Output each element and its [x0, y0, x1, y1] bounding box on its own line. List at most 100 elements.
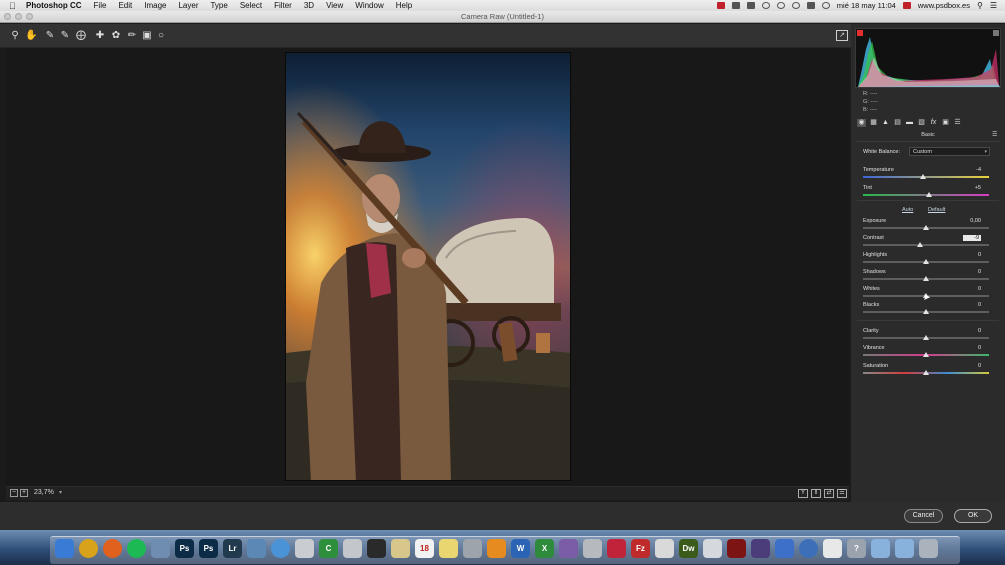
- app-icon[interactable]: [463, 539, 482, 558]
- menu-app-name[interactable]: Photoshop CC: [26, 1, 82, 10]
- white-balance-select[interactable]: Custom ▾: [909, 147, 990, 156]
- slider-thumb[interactable]: [916, 242, 923, 247]
- time-machine-icon[interactable]: [776, 2, 785, 9]
- app-icon[interactable]: [295, 539, 314, 558]
- tab-detail-icon[interactable]: ▲: [881, 119, 890, 127]
- targeted-adjustment-tool-icon[interactable]: ⨁: [75, 30, 87, 42]
- app-icon[interactable]: [775, 539, 794, 558]
- menu-layer[interactable]: Layer: [178, 1, 198, 10]
- vlc-icon[interactable]: [487, 539, 506, 558]
- folder-icon[interactable]: [871, 539, 890, 558]
- photo-preview[interactable]: [285, 52, 571, 481]
- slider-value-field[interactable]: 0: [951, 363, 981, 369]
- spot-removal-tool-icon[interactable]: ✿: [110, 30, 122, 42]
- app-icon[interactable]: [703, 539, 722, 558]
- app-icon[interactable]: C: [319, 539, 338, 558]
- word-icon[interactable]: W: [511, 539, 530, 558]
- app-icon[interactable]: [391, 539, 410, 558]
- slider-value-field[interactable]: -4: [951, 167, 981, 173]
- graduated-filter-tool-icon[interactable]: ▣: [141, 30, 153, 42]
- white-balance-tool-icon[interactable]: ✎: [44, 30, 56, 42]
- activity-monitor-icon[interactable]: [367, 539, 386, 558]
- before-after-split-button[interactable]: ‖: [811, 489, 821, 498]
- menu-edit[interactable]: Edit: [118, 1, 132, 10]
- tab-tone-curve-icon[interactable]: ▦: [869, 119, 878, 127]
- slider-value-field[interactable]: 0: [951, 328, 981, 334]
- dreamweaver-icon[interactable]: Dw: [679, 539, 698, 558]
- finder-icon[interactable]: [55, 539, 74, 558]
- wifi-icon[interactable]: [821, 2, 830, 9]
- app-icon[interactable]: [607, 539, 626, 558]
- tab-effects-icon[interactable]: fx: [929, 119, 938, 127]
- preview-icon[interactable]: [247, 539, 266, 558]
- slider-value-field[interactable]: 0: [951, 302, 981, 308]
- tab-camera-calibration-icon[interactable]: ▣: [941, 119, 950, 127]
- tab-basic-icon[interactable]: ◉: [857, 119, 866, 127]
- excel-icon[interactable]: X: [535, 539, 554, 558]
- spotify-icon[interactable]: [127, 539, 146, 558]
- zoom-in-button[interactable]: +: [20, 489, 28, 497]
- slider-thumb[interactable]: [923, 276, 929, 281]
- slider-value-field[interactable]: 0,00: [951, 218, 981, 224]
- slider-value-field[interactable]: 0: [951, 345, 981, 351]
- menubar-clock[interactable]: mié 18 may 11:04: [837, 1, 896, 10]
- tab-lens-corrections-icon[interactable]: ▧: [917, 119, 926, 127]
- slider-thumb[interactable]: [923, 309, 929, 314]
- flag-icon[interactable]: [902, 2, 911, 9]
- photoshop-icon[interactable]: Ps: [199, 539, 218, 558]
- slider-value-field[interactable]: 0: [951, 286, 981, 292]
- slider-value-field[interactable]: -9: [963, 235, 981, 241]
- menu-select[interactable]: Select: [240, 1, 262, 10]
- folder-icon[interactable]: [895, 539, 914, 558]
- menu-window[interactable]: Window: [355, 1, 383, 10]
- calendar-icon[interactable]: 18: [415, 539, 434, 558]
- radial-filter-tool-icon[interactable]: ○: [155, 30, 167, 42]
- ok-button[interactable]: OK: [954, 509, 992, 523]
- menu-type[interactable]: Type: [210, 1, 227, 10]
- notes-icon[interactable]: [439, 539, 458, 558]
- document-icon[interactable]: [823, 539, 842, 558]
- status-icon[interactable]: [746, 2, 755, 9]
- apple-icon[interactable]: : [9, 1, 18, 11]
- photoshop-icon[interactable]: Ps: [175, 539, 194, 558]
- firefox-icon[interactable]: [103, 539, 122, 558]
- app-icon[interactable]: [655, 539, 674, 558]
- menu-file[interactable]: File: [94, 1, 107, 10]
- color-sampler-tool-icon[interactable]: ✎: [59, 30, 71, 42]
- chrome-icon[interactable]: [79, 539, 98, 558]
- menu-view[interactable]: View: [326, 1, 343, 10]
- cancel-button[interactable]: Cancel: [904, 509, 943, 523]
- slider-track[interactable]: [863, 244, 989, 246]
- notifications-icon[interactable]: ☰: [990, 1, 997, 10]
- default-link[interactable]: Default: [928, 207, 945, 213]
- trash-icon[interactable]: [919, 539, 938, 558]
- bluetooth-icon[interactable]: [799, 539, 818, 558]
- app-icon[interactable]: [727, 539, 746, 558]
- hand-tool-icon[interactable]: ✋: [25, 30, 37, 42]
- app-icon[interactable]: [559, 539, 578, 558]
- zoom-level[interactable]: 23,7%: [34, 489, 54, 496]
- help-icon[interactable]: ?: [847, 539, 866, 558]
- status-icon[interactable]: [731, 2, 740, 9]
- slider-thumb[interactable]: [923, 370, 929, 375]
- slider-thumb[interactable]: [925, 192, 932, 197]
- app-icon[interactable]: [343, 539, 362, 558]
- zoom-tool-icon[interactable]: ⚲: [9, 30, 21, 42]
- menu-3d[interactable]: 3D: [304, 1, 314, 10]
- zoom-out-button[interactable]: −: [10, 489, 18, 497]
- menu-help[interactable]: Help: [396, 1, 412, 10]
- highlight-clipping-warning-icon[interactable]: [993, 30, 999, 36]
- slider-value-field[interactable]: 0: [951, 269, 981, 275]
- slider-thumb[interactable]: [923, 259, 929, 264]
- slider-thumb[interactable]: [923, 225, 929, 230]
- slider-thumb[interactable]: [923, 335, 929, 340]
- status-icon[interactable]: [716, 2, 725, 9]
- panel-menu-icon[interactable]: ☰: [992, 131, 1000, 138]
- app-icon[interactable]: [151, 539, 170, 558]
- menu-filter[interactable]: Filter: [274, 1, 292, 10]
- auto-link[interactable]: Auto: [902, 207, 913, 213]
- crop-tool-icon[interactable]: ✚: [94, 30, 106, 42]
- menu-image[interactable]: Image: [144, 1, 166, 10]
- fullscreen-toggle-icon[interactable]: ↗: [836, 30, 848, 41]
- tab-split-toning-icon[interactable]: ▬: [905, 119, 914, 127]
